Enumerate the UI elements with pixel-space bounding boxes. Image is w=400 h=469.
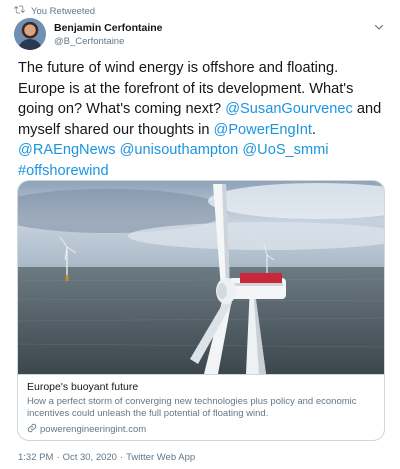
mention-link[interactable]: @UoS_smmi [242,142,328,158]
mention-link[interactable]: @RAEngNews [18,142,116,158]
author-name[interactable]: Benjamin Cerfontaine [54,22,163,34]
hashtag-link[interactable]: #offshorewind [18,163,109,179]
author-handle[interactable]: @B_Cerfontaine [54,36,163,47]
chevron-down-icon[interactable] [372,20,386,34]
retweet-label: You Retweeted [31,5,96,17]
card-domain-text[interactable]: powerengineeringint.com [40,424,146,435]
tweet-date[interactable]: Oct 30, 2020 [63,452,117,463]
link-card[interactable]: Europe's buoyant future How a perfect st… [17,180,385,441]
tweet-text: The future of wind energy is offshore an… [18,60,382,179]
separator: · [56,452,60,463]
retweet-indicator: You Retweeted [14,4,95,18]
card-description: How a perfect storm of converging new te… [27,396,357,419]
tweet-source[interactable]: Twitter Web App [126,452,195,463]
card-title[interactable]: Europe's buoyant future [27,381,375,394]
tweet[interactable]: You Retweeted Benjamin Cerfontaine @B_Ce… [0,0,400,469]
mention-link[interactable]: @SusanGourvenec [225,101,353,117]
card-domain[interactable]: powerengineeringint.com [27,423,375,436]
mention-link[interactable]: @unisouthampton [120,142,239,158]
tweet-time[interactable]: 1:32 PM [18,452,53,463]
avatar[interactable] [14,18,46,50]
separator: · [119,452,124,463]
card-info[interactable]: Europe's buoyant future How a perfect st… [18,374,384,440]
mention-link[interactable]: @PowerEngInt [214,122,312,138]
tweet-meta: 1:32 PM · Oct 30, 2020 · Twitter Web App [18,452,195,463]
author-block[interactable]: Benjamin Cerfontaine @B_Cerfontaine [54,22,163,47]
card-image[interactable] [18,181,385,374]
retweet-icon [14,4,26,18]
link-icon [27,423,37,436]
